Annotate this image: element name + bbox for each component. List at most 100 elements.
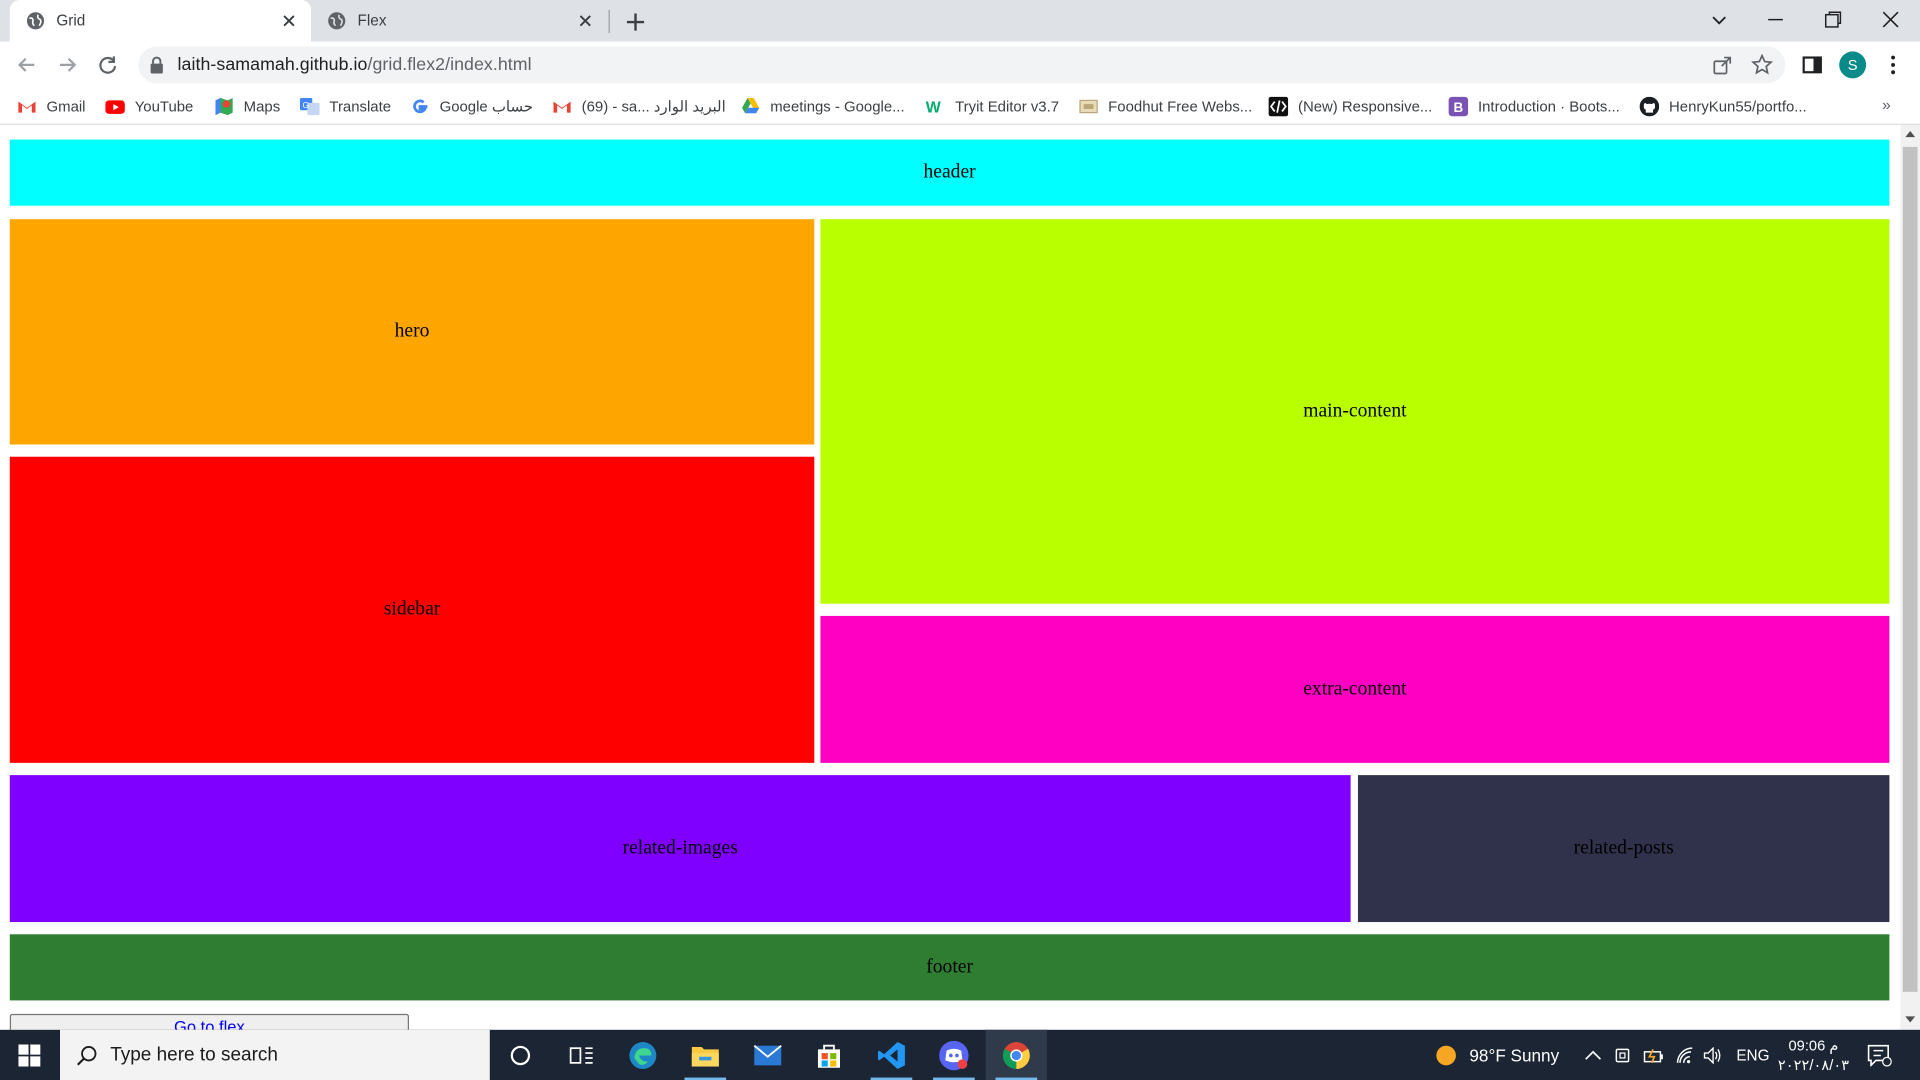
weather-widget[interactable]: 98°F Sunny: [1435, 1030, 1559, 1080]
url-domain: laith-samamah.github.io: [177, 55, 368, 75]
battery-charging-icon: [1643, 1048, 1663, 1063]
bookmark-label: (New) Responsive...: [1297, 97, 1433, 116]
search-placeholder: Type here to search: [110, 1043, 278, 1065]
url-path: /grid.flex2/index.html: [367, 55, 532, 75]
mail-icon: [753, 1044, 782, 1065]
grid-related-images: related-images: [9, 775, 1351, 923]
github-icon: [1639, 96, 1660, 117]
area-label: hero: [394, 320, 430, 342]
tab-strip: Grid Flex: [0, 0, 1920, 42]
browser-toolbar: laith-samamah.github.io/grid.flex2/index…: [0, 41, 1920, 89]
area-label: extra-content: [1303, 678, 1407, 700]
restore-icon[interactable]: [1821, 7, 1845, 31]
globe-icon: [328, 12, 346, 30]
profile-avatar[interactable]: S: [1839, 51, 1867, 79]
tab-flex[interactable]: Flex: [311, 0, 607, 42]
edge-icon: [629, 1041, 657, 1069]
grid-related-posts: related-posts: [1357, 775, 1890, 923]
bookmark-translate[interactable]: G Translate: [300, 96, 391, 118]
svg-text:B: B: [1453, 100, 1463, 115]
reload-icon[interactable]: [96, 53, 120, 77]
area-label: sidebar: [383, 598, 441, 620]
translate-icon: G: [300, 97, 320, 116]
menu-kebab-icon[interactable]: [1881, 53, 1905, 77]
cortana-button[interactable]: [490, 1030, 551, 1080]
grid-extra-content: extra-content: [820, 615, 1890, 763]
taskbar-vscode[interactable]: [861, 1030, 922, 1080]
taskbar-mail[interactable]: [737, 1030, 798, 1080]
new-tab-icon[interactable]: [623, 10, 647, 34]
drive-icon: [742, 97, 760, 114]
bookmark-bootstrap[interactable]: B Introduction · Boots...: [1448, 96, 1620, 118]
scroll-down-icon[interactable]: [1905, 1016, 1916, 1023]
area-label: header: [923, 161, 976, 183]
bookmark-tryit[interactable]: W Tryit Editor v3.7: [926, 96, 1059, 118]
side-panel-icon[interactable]: [1800, 53, 1824, 77]
grid-main-content: main-content: [820, 219, 1890, 604]
back-icon[interactable]: [15, 53, 39, 77]
grid-sidebar: sidebar: [9, 456, 815, 763]
bookmark-github[interactable]: HenryKun55/portfo...: [1639, 96, 1807, 118]
task-view-button[interactable]: [551, 1030, 612, 1080]
show-hidden-icons[interactable]: [1585, 1030, 1602, 1080]
bookmark-youtube[interactable]: YouTube: [105, 96, 193, 118]
windows-logo-icon: [18, 1043, 41, 1066]
lock-icon[interactable]: [149, 56, 164, 74]
bookmark-maps[interactable]: Maps: [214, 96, 280, 118]
bookmark-meetings[interactable]: meetings - Google...: [741, 96, 905, 118]
area-label: related-images: [622, 837, 738, 859]
tab-separator: [608, 9, 610, 34]
scroll-up-icon[interactable]: [1905, 131, 1916, 138]
bookmark-label: (69) - sa... البريد الوارد: [581, 97, 726, 116]
w3schools-icon: W: [926, 100, 941, 117]
close-tab-icon[interactable]: [279, 11, 299, 31]
bookmark-inbox[interactable]: (69) - sa... البريد الوارد: [552, 96, 726, 118]
tray-battery[interactable]: [1643, 1030, 1665, 1080]
forward-icon[interactable]: [55, 53, 79, 77]
bookmark-gmail[interactable]: Gmail: [17, 96, 86, 118]
taskbar-edge[interactable]: [612, 1030, 673, 1080]
bookmark-foodhut[interactable]: Foodhut Free Webs...: [1079, 96, 1252, 118]
tray-volume[interactable]: [1702, 1030, 1724, 1080]
maps-icon: [215, 97, 233, 116]
taskbar-store[interactable]: [798, 1030, 859, 1080]
tab-grid[interactable]: Grid: [9, 0, 312, 42]
tray-notifications[interactable]: [1867, 1030, 1892, 1080]
bookmark-google-account[interactable]: Google حساب: [410, 96, 533, 118]
close-window-icon[interactable]: [1878, 7, 1902, 31]
bookmarks-overflow-icon[interactable]: »: [1882, 96, 1891, 114]
taskbar-chrome[interactable]: [985, 1029, 1047, 1080]
address-bar[interactable]: laith-samamah.github.io/grid.flex2/index…: [138, 46, 1786, 84]
bookmark-responsive[interactable]: (New) Responsive...: [1268, 96, 1433, 118]
tray-wifi[interactable]: [1675, 1030, 1695, 1080]
tray-language[interactable]: ENG: [1736, 1030, 1769, 1080]
minimize-icon[interactable]: [1763, 7, 1787, 31]
youtube-icon: [105, 100, 125, 114]
clock-time: 09:06 م: [1788, 1036, 1839, 1054]
close-tab-icon[interactable]: [576, 11, 596, 31]
page-scrollbar[interactable]: [1900, 124, 1920, 1030]
discord-icon: [939, 1040, 969, 1070]
bookmark-label: YouTube: [134, 97, 194, 116]
tab-search-chevron-icon[interactable]: [1707, 7, 1731, 31]
sun-icon: [1436, 1045, 1456, 1065]
taskbar-discord[interactable]: [923, 1030, 984, 1080]
bookmark-star-icon[interactable]: [1751, 53, 1774, 76]
svg-text:W: W: [926, 100, 941, 117]
folder-icon: [691, 1046, 719, 1066]
start-button[interactable]: [0, 1030, 59, 1080]
url-text[interactable]: laith-samamah.github.io/grid.flex2/index…: [178, 55, 532, 75]
clock-date: ٢٠٢٢/٠٨/٠٣: [1777, 1056, 1850, 1074]
taskbar-file-explorer[interactable]: [675, 1030, 736, 1080]
share-icon[interactable]: [1712, 54, 1734, 76]
area-label: related-posts: [1573, 837, 1674, 859]
windows-taskbar: Type here to search 98°F Sunny ENG 09:06…: [0, 1029, 1920, 1080]
codepen-icon: [1268, 96, 1289, 117]
go-to-flex-button[interactable]: Go to flex: [9, 1013, 409, 1030]
tray-meet-now[interactable]: [1615, 1030, 1632, 1080]
scrollbar-thumb[interactable]: [1902, 146, 1918, 992]
tray-clock[interactable]: 09:06 م ٢٠٢٢/٠٨/٠٣: [1774, 1030, 1852, 1080]
bookmark-label: Foodhut Free Webs...: [1108, 97, 1253, 116]
bootstrap-icon: B: [1448, 96, 1469, 117]
taskbar-search[interactable]: Type here to search: [60, 1029, 490, 1080]
